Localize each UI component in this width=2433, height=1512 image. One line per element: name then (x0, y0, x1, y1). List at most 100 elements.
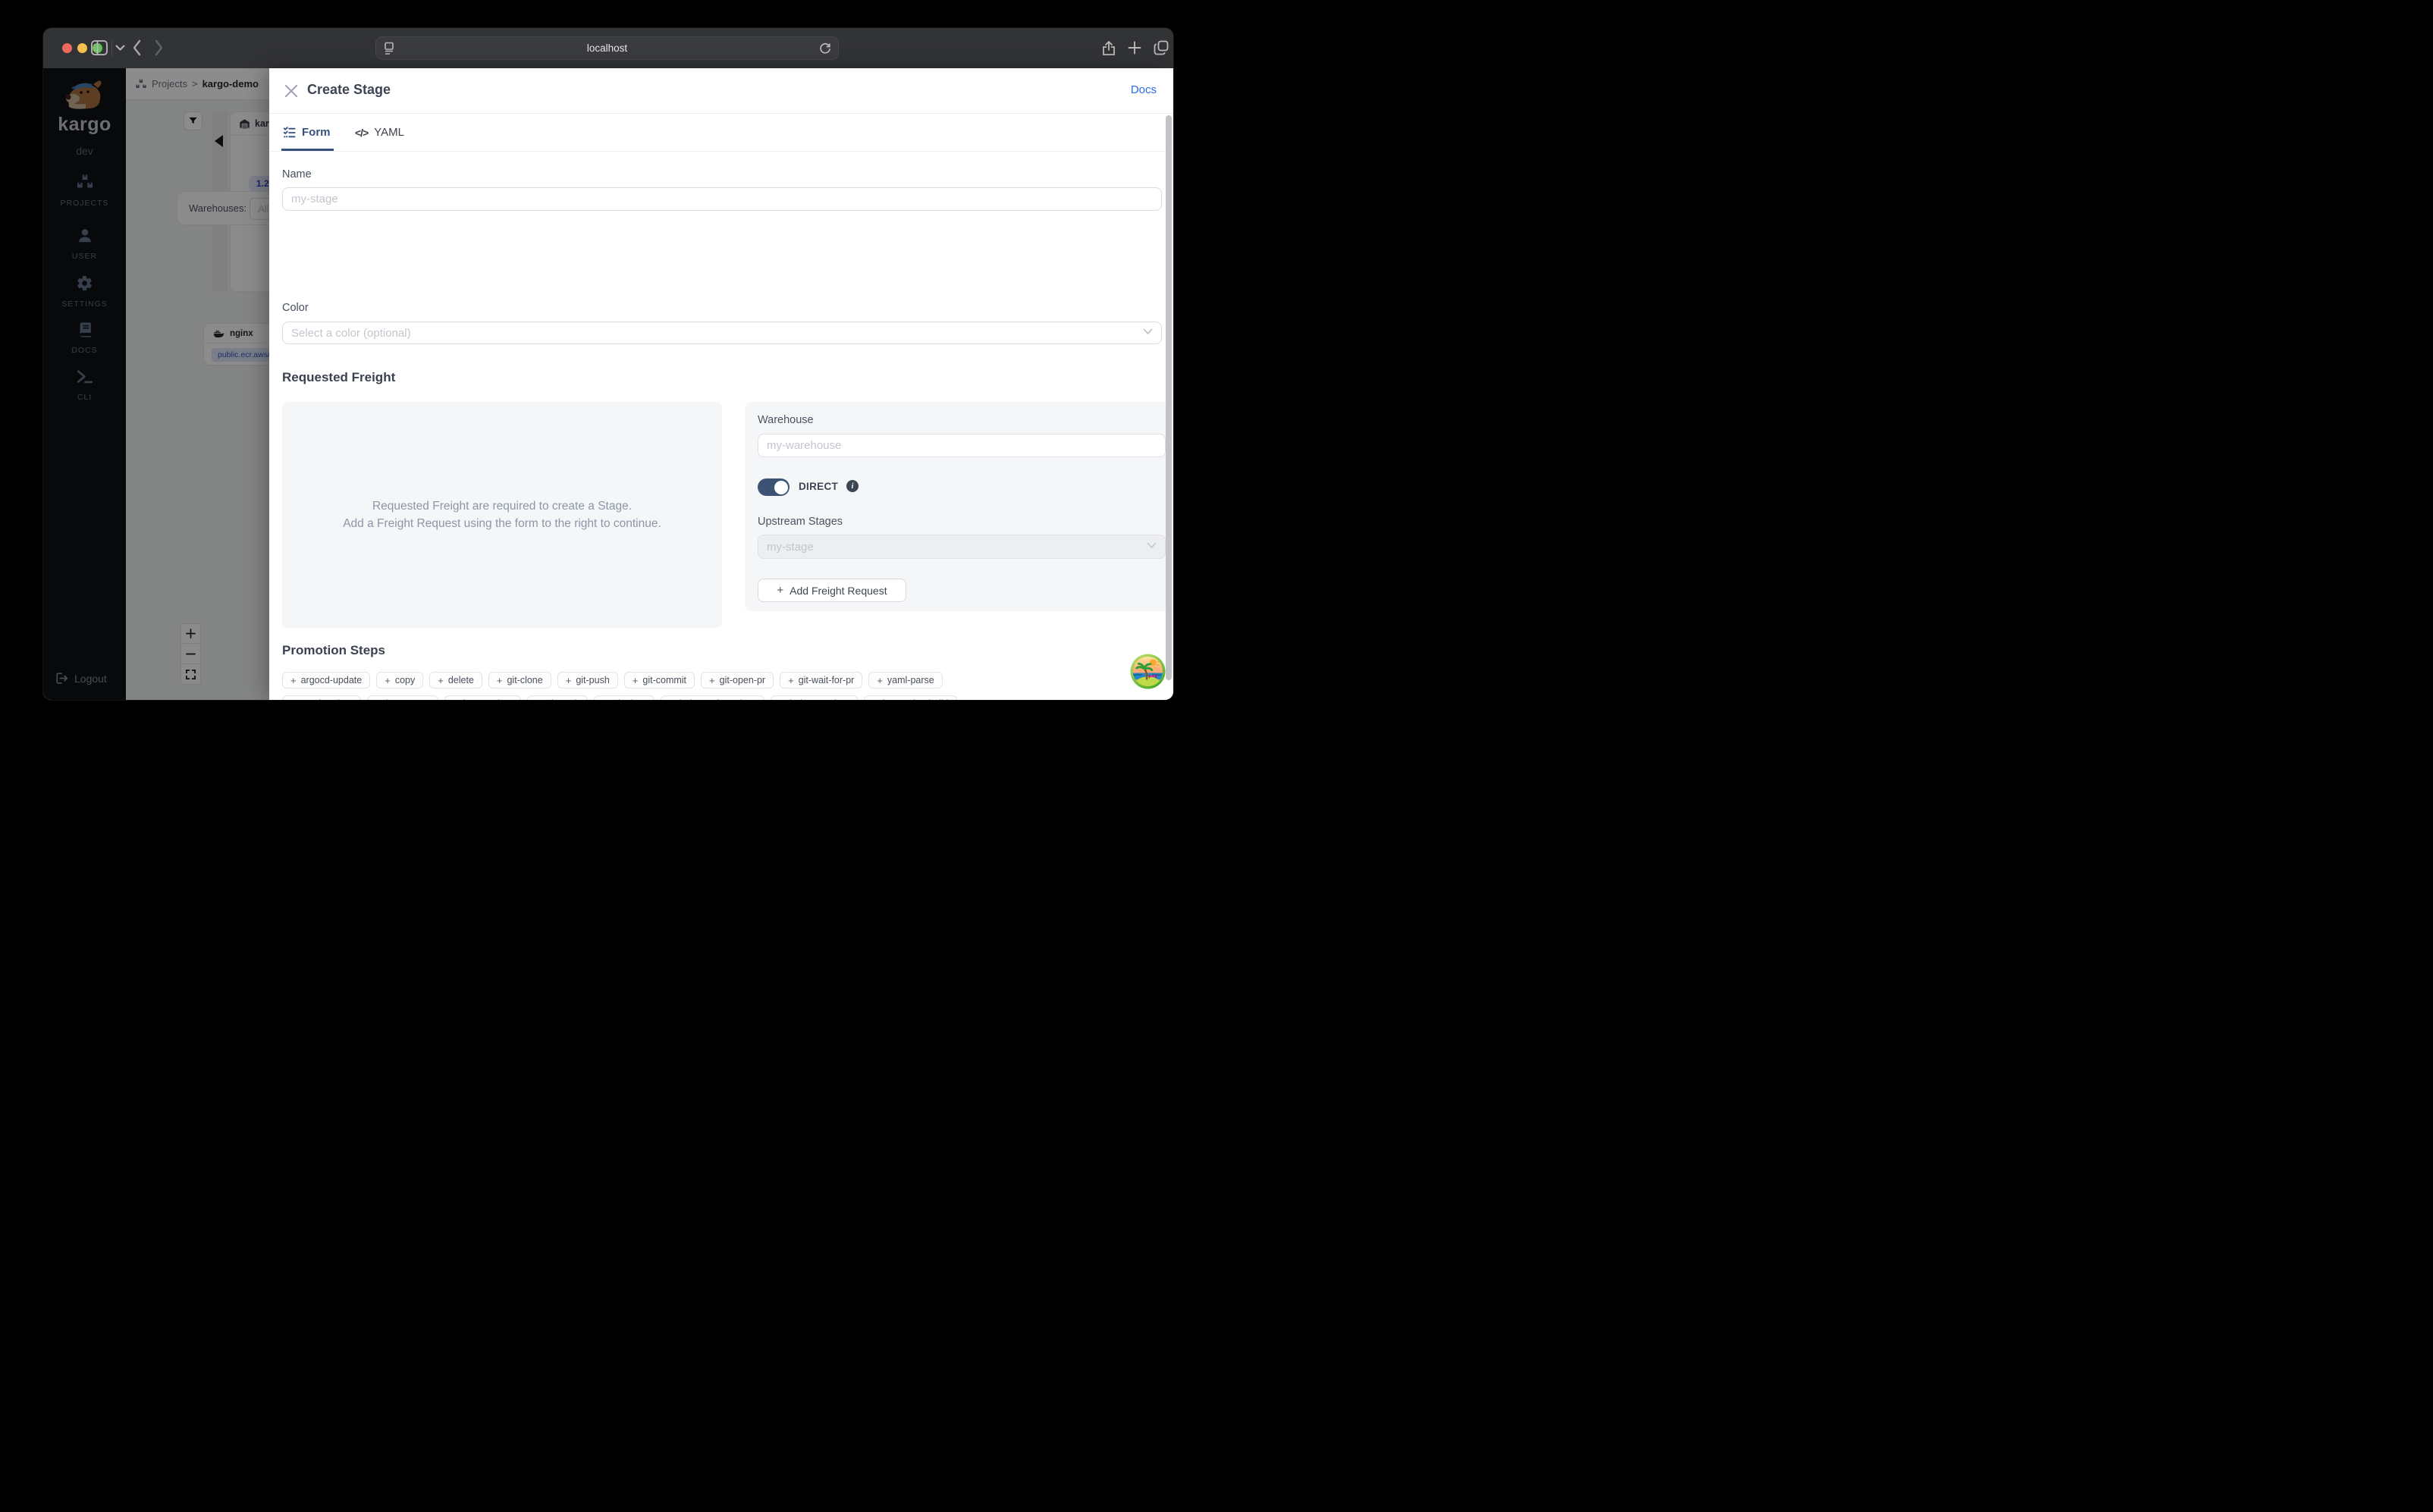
promotion-step-chip[interactable]: +json-parse (367, 695, 438, 700)
promotion-step-label: helm-template (790, 698, 849, 700)
promotion-step-label: argocd-update (301, 675, 363, 685)
upstream-select-placeholder: my-stage (767, 541, 814, 554)
plus-icon: + (438, 675, 444, 686)
back-icon[interactable] (132, 39, 142, 56)
checklist-icon (283, 127, 296, 139)
color-label: Color (282, 302, 309, 314)
plus-icon: + (497, 675, 503, 686)
share-icon[interactable] (1101, 39, 1116, 57)
requested-freight-heading: Requested Freight (282, 370, 395, 385)
warehouse-input[interactable] (758, 434, 1166, 457)
plus-icon: + (290, 675, 297, 686)
modal-title: Create Stage (307, 82, 391, 98)
close-icon[interactable] (284, 84, 298, 98)
chevron-down-icon (1143, 328, 1153, 335)
close-window-button[interactable] (62, 43, 72, 53)
promotion-steps-row: +yaml-update+json-parse+json-update+git-… (282, 695, 957, 700)
create-stage-modal: Create Stage Docs Form </> YA (269, 68, 1173, 700)
promotion-step-chip[interactable]: + git-wait-for-pr (780, 672, 862, 689)
promotion-step-label: git-clone (507, 675, 542, 685)
browser-toolbar: localhost (43, 28, 1173, 68)
plus-icon: + (566, 675, 572, 686)
sidebar-toggle-icon[interactable] (90, 39, 108, 56)
promotion-step-label: json-update (463, 698, 513, 700)
browser-content: kargo dev PROJECTS USER S (43, 68, 1173, 700)
forward-icon[interactable] (154, 39, 164, 56)
minimize-window-button[interactable] (77, 43, 87, 53)
promotion-step-chip[interactable]: +yaml-parse (868, 672, 942, 689)
promotion-step-chip[interactable]: +git-push (527, 695, 588, 700)
promotion-step-chip[interactable]: + helm-update-chart (661, 695, 764, 700)
plus-icon: + (290, 698, 297, 701)
url-bar[interactable]: localhost (375, 36, 839, 60)
tab-form-label: Form (302, 126, 331, 139)
requested-freight-empty-panel: Requested Freight are required to create… (282, 402, 722, 628)
plus-icon: + (453, 698, 459, 701)
tab-form[interactable]: Form (283, 114, 331, 151)
name-input[interactable] (282, 187, 1162, 211)
promotion-step-chip[interactable]: + copy (376, 672, 423, 689)
modal-scrollbar[interactable] (1166, 115, 1172, 698)
code-icon: </> (355, 127, 368, 139)
info-icon[interactable]: i (846, 480, 859, 492)
docs-link[interactable]: Docs (1131, 83, 1157, 96)
plus-icon: + (602, 698, 608, 701)
modal-overlay-mask[interactable] (43, 68, 269, 700)
plus-icon: + (633, 675, 639, 686)
promotion-step-label: yaml-parse (887, 675, 934, 685)
modal-body: Name Color Select a color (optional) Req… (282, 152, 1162, 700)
promotion-step-chip[interactable]: + yaml-update (282, 695, 361, 700)
promotion-step-label: helm-update-chart (680, 698, 756, 700)
promotion-step-chip[interactable]: +git-push (557, 672, 618, 689)
promotion-step-label: copy (395, 675, 415, 685)
plus-icon: + (872, 698, 878, 701)
empty-hint-line1: Requested Freight are required to create… (372, 498, 632, 515)
tab-overview-icon[interactable] (1153, 39, 1169, 56)
chevron-down-icon[interactable] (115, 45, 125, 52)
scrollbar-thumb[interactable] (1166, 115, 1172, 680)
add-freight-request-label: Add Freight Request (790, 585, 887, 597)
direct-toggle[interactable] (758, 478, 790, 496)
plus-icon: + (788, 675, 794, 686)
plus-icon: + (779, 698, 785, 701)
promotion-step-label: kustomize-build (883, 698, 949, 700)
promotion-step-label: git-commit (642, 675, 686, 685)
plus-icon: + (669, 698, 675, 701)
reload-icon[interactable] (818, 42, 832, 55)
plus-icon: + (385, 675, 391, 686)
promotion-step-chip[interactable]: + git-open-pr (701, 672, 774, 689)
empty-hint-line2: Add a Freight Request using the form to … (343, 516, 661, 532)
promotion-step-label: json-parse (386, 698, 430, 700)
upstream-stages-label: Upstream Stages (758, 516, 843, 528)
direct-label: DIRECT (799, 481, 838, 492)
promotion-step-label: git-wait-for-pr (799, 675, 855, 685)
promotion-step-chip[interactable]: + json-update (444, 695, 521, 700)
new-tab-icon[interactable] (1128, 41, 1141, 55)
promotion-step-label: git-clear (613, 698, 646, 700)
color-select[interactable]: Select a color (optional) (282, 322, 1162, 344)
url-text: localhost (587, 42, 627, 54)
plus-icon: + (709, 675, 715, 686)
promotion-step-chip[interactable]: + git-clone (488, 672, 551, 689)
color-select-placeholder: Select a color (optional) (291, 327, 411, 340)
promotion-steps-row: +argocd-update+copy+delete+git-clone+git… (282, 672, 943, 689)
tab-yaml-label: YAML (374, 126, 404, 139)
modal-header: Create Stage Docs (269, 68, 1173, 114)
toggle-knob (774, 481, 788, 494)
add-freight-request-button[interactable]: + Add Freight Request (758, 579, 906, 602)
promotion-step-label: yaml-update (301, 698, 353, 700)
promotion-step-chip[interactable]: + kustomize-build (864, 695, 956, 700)
promotion-step-chip[interactable]: + helm-template (771, 695, 858, 700)
promotion-step-label: git-open-pr (720, 675, 765, 685)
chevron-down-icon (1147, 542, 1157, 549)
promotion-step-chip[interactable]: +delete (429, 672, 482, 689)
upstream-stages-select[interactable]: my-stage (758, 535, 1166, 559)
tab-yaml[interactable]: </> YAML (355, 114, 404, 151)
plus-icon: + (535, 698, 542, 701)
promotion-step-chip[interactable]: + argocd-update (282, 672, 370, 689)
promotion-step-chip[interactable]: + git-clear (594, 695, 655, 700)
freight-request-form-panel: Warehouse DIRECT i Upstream Stages my-st… (745, 402, 1173, 611)
promotion-step-chip[interactable]: +git-commit (624, 672, 695, 689)
island-badge-icon[interactable] (1130, 654, 1166, 689)
browser-window: localhost (43, 28, 1173, 700)
